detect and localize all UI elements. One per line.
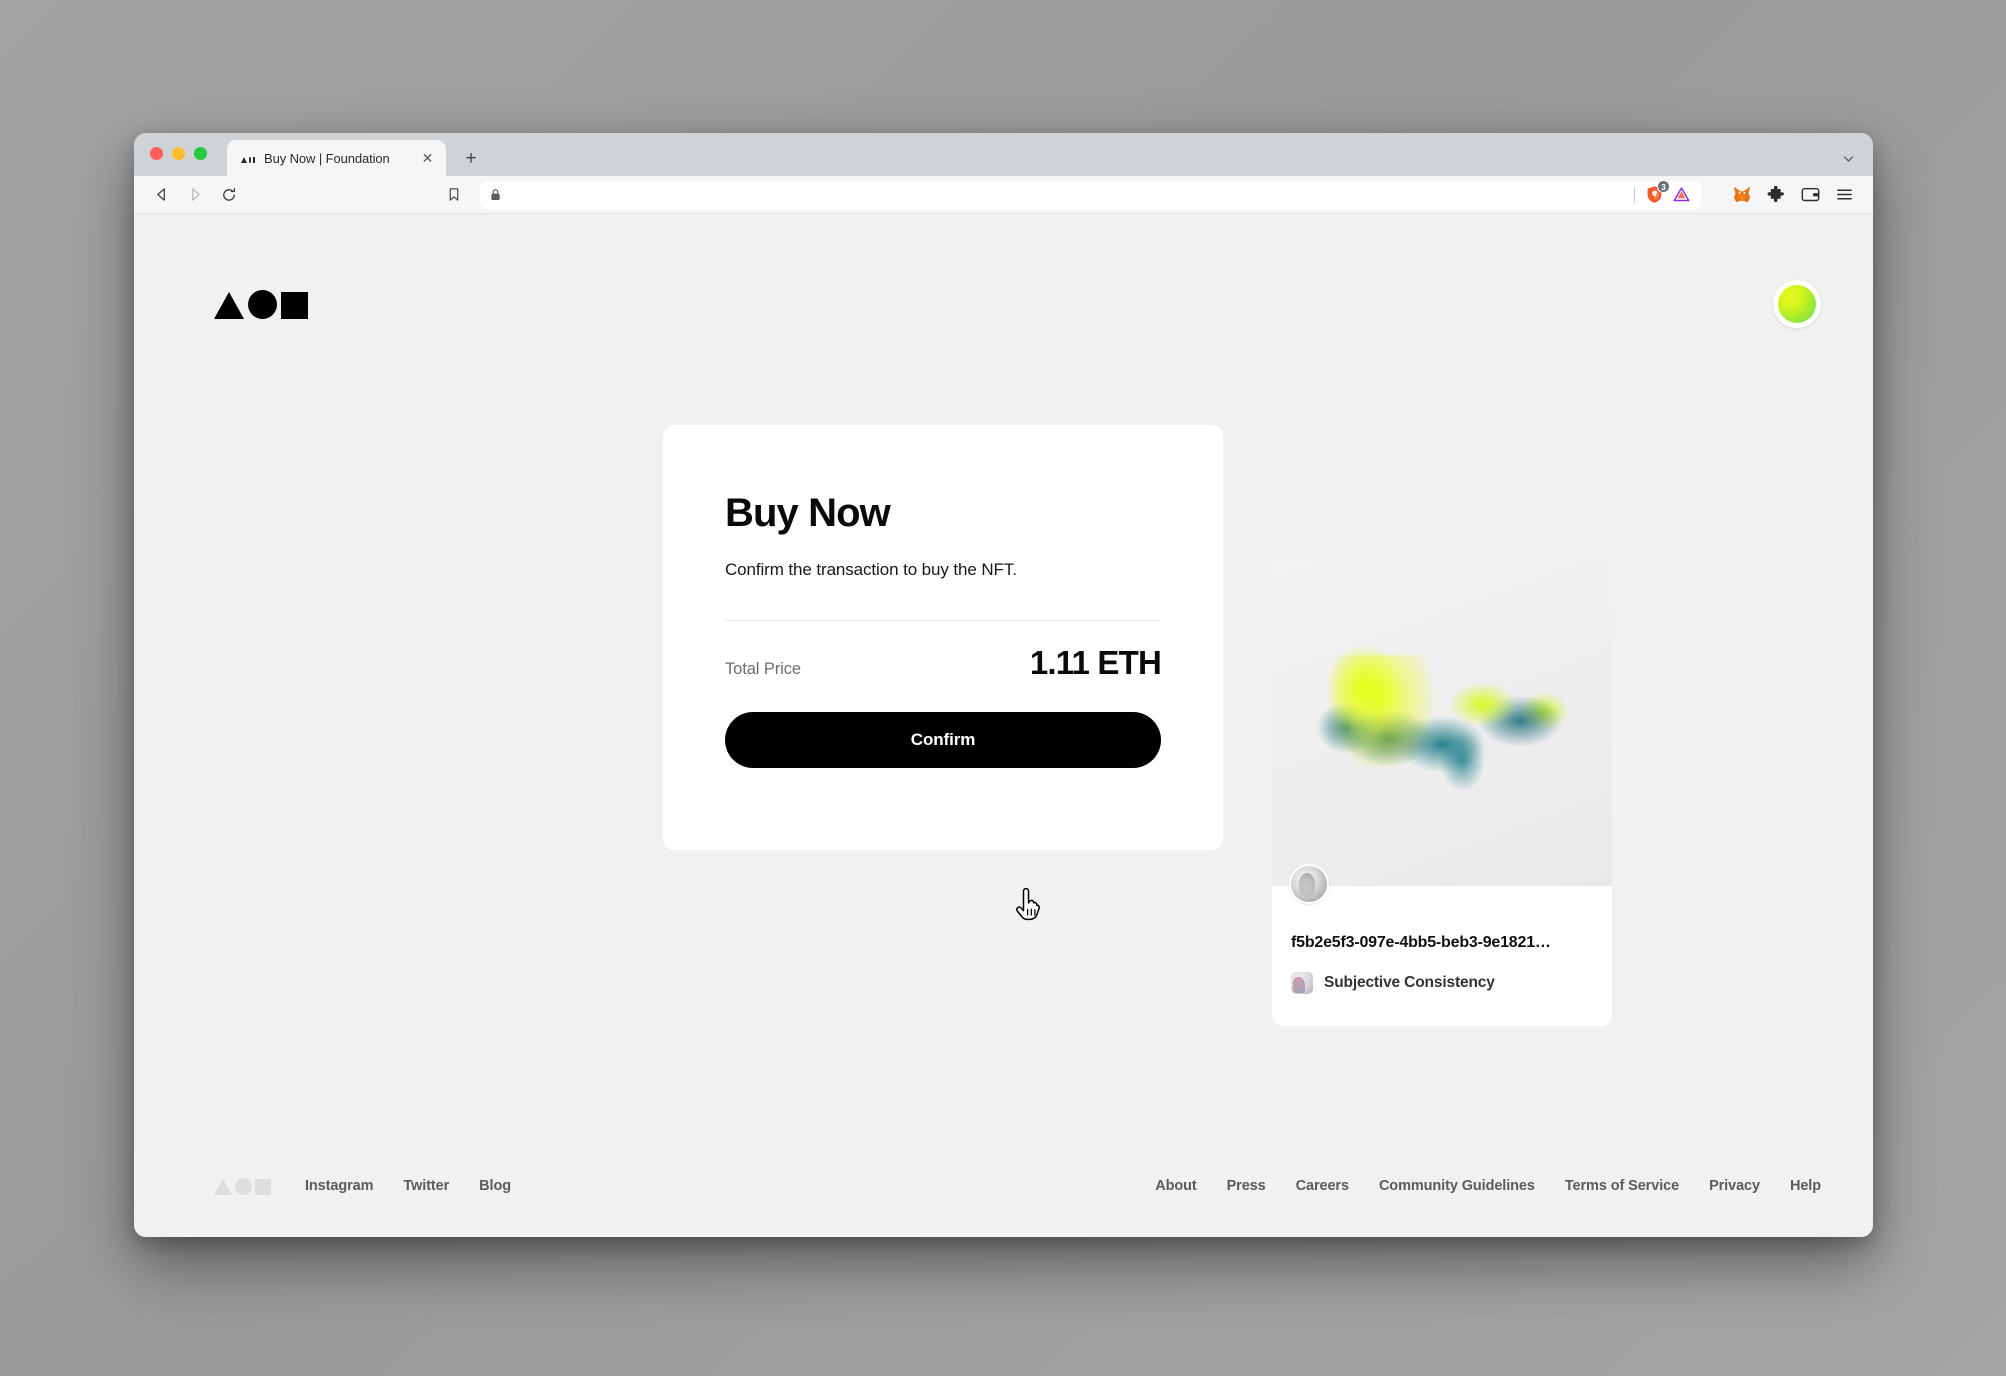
- browser-tab[interactable]: Buy Now | Foundation ✕: [227, 140, 446, 176]
- browser-toolbar: 3: [134, 176, 1873, 214]
- page-viewport: Buy Now Confirm the transaction to buy t…: [134, 214, 1873, 1237]
- browser-window: Buy Now | Foundation ✕ + 3 Buy Now Confi…: [134, 133, 1873, 1237]
- buy-subtitle: Confirm the transaction to buy the NFT.: [725, 560, 1017, 579]
- footer-link-privacy[interactable]: Privacy: [1709, 1178, 1760, 1194]
- buy-now-card: Buy Now Confirm the transaction to buy t…: [663, 425, 1223, 850]
- brave-rewards-triangle-icon[interactable]: [1672, 185, 1691, 204]
- reload-icon[interactable]: [214, 181, 244, 209]
- creator-thumbnail: [1291, 972, 1313, 994]
- shield-block-count: 3: [1657, 180, 1670, 193]
- new-tab-button[interactable]: +: [458, 140, 484, 176]
- close-tab-icon[interactable]: ✕: [419, 150, 436, 167]
- mouse-cursor: [1014, 887, 1044, 924]
- footer-link-community-guidelines[interactable]: Community Guidelines: [1379, 1178, 1535, 1194]
- hamburger-menu-icon[interactable]: [1829, 181, 1859, 209]
- maximize-window-button[interactable]: [194, 147, 207, 160]
- extensions-puzzle-icon[interactable]: [1761, 181, 1791, 209]
- confirm-button[interactable]: Confirm: [725, 712, 1161, 768]
- avatar[interactable]: [1773, 280, 1821, 328]
- tab-strip: Buy Now | Foundation ✕ +: [134, 133, 1873, 176]
- footer-social-links: Instagram Twitter Blog: [305, 1178, 511, 1194]
- url-divider: [1634, 186, 1635, 203]
- footer-link-instagram[interactable]: Instagram: [305, 1178, 374, 1194]
- page-title: Buy Now: [725, 491, 891, 535]
- divider: [725, 620, 1161, 621]
- avatar-gradient: [1778, 285, 1816, 323]
- close-window-button[interactable]: [150, 147, 163, 160]
- site-header: [134, 264, 1873, 344]
- back-arrow-icon[interactable]: [146, 181, 176, 209]
- foundation-logo-icon[interactable]: [214, 289, 308, 319]
- forward-arrow-icon[interactable]: [180, 181, 210, 209]
- favicon-icon: [241, 153, 255, 163]
- total-price-value: 1.11 ETH: [1029, 644, 1162, 681]
- footer-link-help[interactable]: Help: [1790, 1178, 1821, 1194]
- footer-link-terms-of-service[interactable]: Terms of Service: [1565, 1178, 1679, 1194]
- creator-name: Subjective Consistency: [1324, 974, 1495, 991]
- chevron-down-icon[interactable]: [1842, 140, 1855, 176]
- footer-link-careers[interactable]: Careers: [1296, 1178, 1349, 1194]
- window-controls: [150, 133, 207, 176]
- footer-link-twitter[interactable]: Twitter: [403, 1178, 449, 1194]
- footer-left: Instagram Twitter Blog: [214, 1177, 511, 1195]
- site-footer: Instagram Twitter Blog About Press Caree…: [134, 1169, 1873, 1203]
- footer-link-about[interactable]: About: [1155, 1178, 1196, 1194]
- lock-icon: [490, 188, 501, 201]
- minimize-window-button[interactable]: [172, 147, 185, 160]
- address-bar[interactable]: 3: [480, 180, 1701, 209]
- wallet-icon[interactable]: [1795, 181, 1825, 209]
- nft-card[interactable]: f5b2e5f3-097e-4bb5-beb3-9e1821… Subjecti…: [1272, 556, 1612, 1026]
- total-price-label: Total Price: [725, 660, 801, 678]
- nft-title: f5b2e5f3-097e-4bb5-beb3-9e1821…: [1291, 934, 1551, 951]
- owner-avatar[interactable]: [1289, 864, 1329, 904]
- footer-logo-icon[interactable]: [214, 1177, 271, 1195]
- footer-link-blog[interactable]: Blog: [479, 1178, 511, 1194]
- nft-artwork[interactable]: [1272, 556, 1612, 904]
- nft-creator-row[interactable]: Subjective Consistency: [1291, 972, 1593, 994]
- tab-title: Buy Now | Foundation: [264, 150, 390, 166]
- brave-shield-icon[interactable]: 3: [1645, 180, 1670, 204]
- nft-info: f5b2e5f3-097e-4bb5-beb3-9e1821… Subjecti…: [1272, 886, 1612, 994]
- price-row: Total Price 1.11 ETH: [725, 644, 1162, 682]
- footer-nav-links: About Press Careers Community Guidelines…: [1155, 1178, 1821, 1194]
- bookmark-icon[interactable]: [440, 181, 468, 209]
- metamask-fox-icon[interactable]: [1727, 181, 1757, 209]
- footer-link-press[interactable]: Press: [1227, 1178, 1266, 1194]
